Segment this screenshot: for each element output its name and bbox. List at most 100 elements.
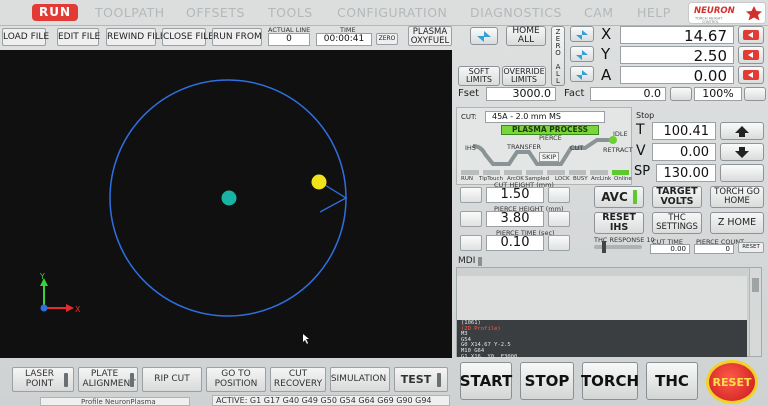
start-button[interactable]: START <box>460 362 512 400</box>
actual-line-value: 0 <box>268 33 310 46</box>
feed-increase-button[interactable] <box>744 87 766 101</box>
stage-ihs: IHS <box>465 144 476 152</box>
run-from-button[interactable]: RUN FROM <box>212 28 262 46</box>
y-home-icon[interactable] <box>570 46 594 62</box>
avc-toggle[interactable]: AVC <box>594 186 644 208</box>
a-zero-icon[interactable] <box>738 66 764 84</box>
x-zero-icon[interactable] <box>738 26 764 44</box>
tab-offsets[interactable]: OFFSETS <box>186 5 245 20</box>
tab-run[interactable]: RUN <box>32 4 78 21</box>
tab-tools[interactable]: TOOLS <box>268 5 313 20</box>
stage-skip[interactable]: SKIP <box>539 152 560 162</box>
soft-limits-button[interactable]: SOFT LIMITS <box>458 66 500 86</box>
pierce-time-value[interactable]: 0.10 <box>486 235 544 251</box>
cut-height-increase[interactable] <box>548 187 570 203</box>
pierce-height-increase[interactable] <box>548 211 570 227</box>
neuron-logo: NEURON TORCH HEIGHT CONTROL <box>688 2 766 24</box>
stage-cut: CUT <box>570 144 584 152</box>
reset-counter-button[interactable]: RESET <box>738 242 764 253</box>
cut-label: CUT: <box>461 113 477 121</box>
home-all-button[interactable]: HOME ALL <box>506 26 546 46</box>
oxyfuel-label: OXYFUEL <box>410 36 450 46</box>
reset-button[interactable]: RESET <box>706 360 758 404</box>
flag-busy: BUSY <box>573 176 588 182</box>
tab-toolpath[interactable]: TOOLPATH <box>95 5 165 20</box>
a-axis-label: A <box>601 66 612 84</box>
stop-button[interactable]: STOP <box>520 362 574 400</box>
rip-cut-button[interactable]: RIP CUT <box>142 367 202 392</box>
tab-diagnostics[interactable]: DIAGNOSTICS <box>470 5 562 20</box>
override-limits-button[interactable]: OVERRIDE LIMITS <box>502 66 546 86</box>
axis-gizmo: Y X <box>39 272 81 314</box>
cut-time-value: 0.00 <box>650 244 690 254</box>
thc-process-panel: CUT: 45A - 2.0 mm MS PLASMA PROCESS IHS … <box>456 107 633 185</box>
edit-file-button[interactable]: EDIT FILE <box>57 28 100 46</box>
active-gcodes: ACTIVE: G1 G17 G40 G49 G50 G54 G64 G69 G… <box>212 395 450 406</box>
simulation-button[interactable]: SIMULATION <box>330 367 390 392</box>
z-home-button[interactable]: Z HOME <box>710 212 764 234</box>
feed-override-value: 100% <box>694 87 742 101</box>
tab-bar: RUN TOOLPATH OFFSETS TOOLS CONFIGURATION… <box>0 0 768 26</box>
cut-recovery-button[interactable]: CUT RECOVERY <box>270 367 326 392</box>
status-leds <box>461 170 629 175</box>
time-value: 00:00:41 <box>316 33 372 46</box>
mdi-output[interactable]: (1061) (2D Profile) M3 G54 G0 X14.67 Y-2… <box>456 267 762 359</box>
cut-profile-value: 45A - 2.0 mm MS <box>485 111 605 123</box>
v-label: V <box>636 143 646 159</box>
target-volts-button[interactable]: TARGET VOLTS <box>652 186 702 208</box>
thc-state-label: Stop <box>636 111 655 120</box>
stage-retract: RETRACT <box>603 146 633 154</box>
plasma-oxyfuel-toggle[interactable]: PLASMA OXYFUEL <box>408 26 452 46</box>
t-value: 100.41 <box>652 122 716 140</box>
plate-alignment-button[interactable]: PLATE ALIGNMENT <box>78 367 138 392</box>
toolpath-preview[interactable]: Y X <box>0 50 452 358</box>
torch-button[interactable]: TORCH <box>581 362 639 400</box>
fset-value: 3000.0 <box>486 87 556 101</box>
pierce-time-decrease[interactable] <box>460 235 482 251</box>
load-file-button[interactable]: LOAD FILE <box>2 28 49 46</box>
cut-height-decrease[interactable] <box>460 187 482 203</box>
svg-text:Y: Y <box>39 272 45 281</box>
fact-label: Fact <box>564 88 585 99</box>
a-home-icon[interactable] <box>570 66 594 82</box>
rewind-file-button[interactable]: REWIND FILE <box>106 28 166 46</box>
fact-value: 0.0 <box>590 87 666 101</box>
pierce-height-decrease[interactable] <box>460 211 482 227</box>
mdi-label: MDI <box>458 256 476 266</box>
y-zero-icon[interactable] <box>738 46 764 64</box>
mdi-indicator <box>478 257 482 266</box>
stage-transfer: TRANSFER <box>507 143 542 151</box>
torch-up-button[interactable] <box>720 122 764 140</box>
thc-button[interactable]: THC <box>646 362 698 400</box>
close-file-button[interactable]: CLOSE FILE <box>162 28 214 46</box>
stage-pierce: PIERCE <box>539 134 562 142</box>
svg-text:CONTROL: CONTROL <box>702 20 719 24</box>
tab-configuration[interactable]: CONFIGURATION <box>337 5 447 20</box>
test-button[interactable]: TEST <box>394 367 448 392</box>
y-axis-label: Y <box>601 45 611 63</box>
torch-go-home-button[interactable]: TORCH GO HOME <box>710 186 764 208</box>
zero-time-button[interactable]: ZERO <box>376 33 398 45</box>
stage-idle: IDLE <box>613 130 628 138</box>
pierce-time-increase[interactable] <box>548 235 570 251</box>
zero-all-button[interactable]: ZERO ALL <box>551 26 565 86</box>
reset-ihs-button[interactable]: RESET IHS <box>594 212 644 234</box>
gcode-listing: (1061) (2D Profile) M3 G54 G0 X14.67 Y-2… <box>457 320 747 359</box>
pierce-height-value[interactable]: 3.80 <box>486 211 544 227</box>
feed-decrease-button[interactable] <box>670 87 692 101</box>
cut-height-value[interactable]: 1.50 <box>486 187 544 203</box>
mouse-cursor-icon <box>303 334 309 344</box>
home-all-icon[interactable] <box>470 27 498 45</box>
laser-point-button[interactable]: LASER POINT <box>12 367 74 392</box>
x-axis-label: X <box>601 25 612 43</box>
tab-help[interactable]: HELP <box>637 5 671 20</box>
tab-cam[interactable]: CAM <box>584 5 614 20</box>
torch-down-button[interactable] <box>720 143 764 161</box>
thc-settings-button[interactable]: THC SETTINGS <box>652 212 702 234</box>
sp-label: SP <box>634 164 651 179</box>
thc-response-slider[interactable] <box>594 241 642 253</box>
sp-adjust-button[interactable] <box>720 164 764 182</box>
mdi-scrollbar[interactable] <box>749 268 761 356</box>
x-home-icon[interactable] <box>570 26 594 42</box>
go-to-position-button[interactable]: GO TO POSITION <box>206 367 266 392</box>
